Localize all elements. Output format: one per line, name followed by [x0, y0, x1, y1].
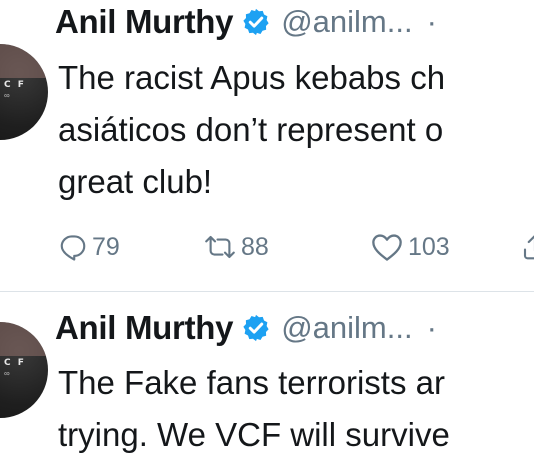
- tweet-text-line: asiáticos don’t represent o: [58, 111, 444, 148]
- tweet-text: The racist Apus kebabs ch asiáticos don’…: [58, 52, 534, 208]
- avatar-crest-subtext: ∞: [4, 369, 10, 378]
- tweet-header: Anil Murthy @anilm... ·: [55, 2, 437, 42]
- retweet-count: 88: [241, 232, 269, 261]
- avatar[interactable]: C F ∞: [0, 322, 48, 418]
- avatar-shade: [0, 44, 48, 78]
- display-name[interactable]: Anil Murthy: [55, 3, 233, 41]
- like-button[interactable]: 103: [370, 227, 450, 267]
- avatar-crest-text: C F: [4, 80, 26, 90]
- tweet[interactable]: C F ∞ Anil Murthy @anilm... · The Fake f…: [0, 292, 534, 462]
- share-button[interactable]: [520, 227, 534, 267]
- reply-count: 79: [92, 232, 120, 261]
- retweet-button[interactable]: 88: [203, 227, 269, 267]
- share-icon: [523, 235, 534, 260]
- display-name[interactable]: Anil Murthy: [55, 309, 233, 347]
- avatar-crest-subtext: ∞: [4, 91, 10, 100]
- tweet-text-line: trying. We VCF will survive: [58, 416, 450, 453]
- tweet[interactable]: C F ∞ Anil Murthy @anilm... · The racist…: [0, 0, 534, 292]
- heart-icon: [372, 234, 402, 261]
- tweet-feed: C F ∞ Anil Murthy @anilm... · The racist…: [0, 0, 534, 462]
- time-separator: ·: [426, 310, 437, 345]
- reply-icon: [60, 235, 86, 261]
- retweet-icon: [205, 235, 235, 259]
- tweet-header: Anil Murthy @anilm... ·: [55, 308, 437, 348]
- tweet-text-line: The Fake fans terrorists ar: [58, 364, 445, 401]
- tweet-text-line: The racist Apus kebabs ch: [58, 59, 446, 96]
- like-count: 103: [408, 232, 450, 261]
- avatar-crest-text: C F: [4, 358, 26, 368]
- time-separator: ·: [426, 4, 437, 39]
- verified-badge-icon: [243, 314, 269, 342]
- avatar[interactable]: C F ∞: [0, 44, 48, 140]
- tweet-actions: 79 88 103: [58, 227, 534, 267]
- reply-button[interactable]: 79: [58, 227, 120, 267]
- verified-badge-icon: [243, 8, 269, 36]
- user-handle[interactable]: @anilm...: [281, 310, 412, 346]
- user-handle[interactable]: @anilm...: [281, 4, 412, 40]
- tweet-text: The Fake fans terrorists ar trying. We V…: [58, 357, 534, 461]
- avatar-shade: [0, 322, 48, 356]
- tweet-text-line: great club!: [58, 163, 213, 200]
